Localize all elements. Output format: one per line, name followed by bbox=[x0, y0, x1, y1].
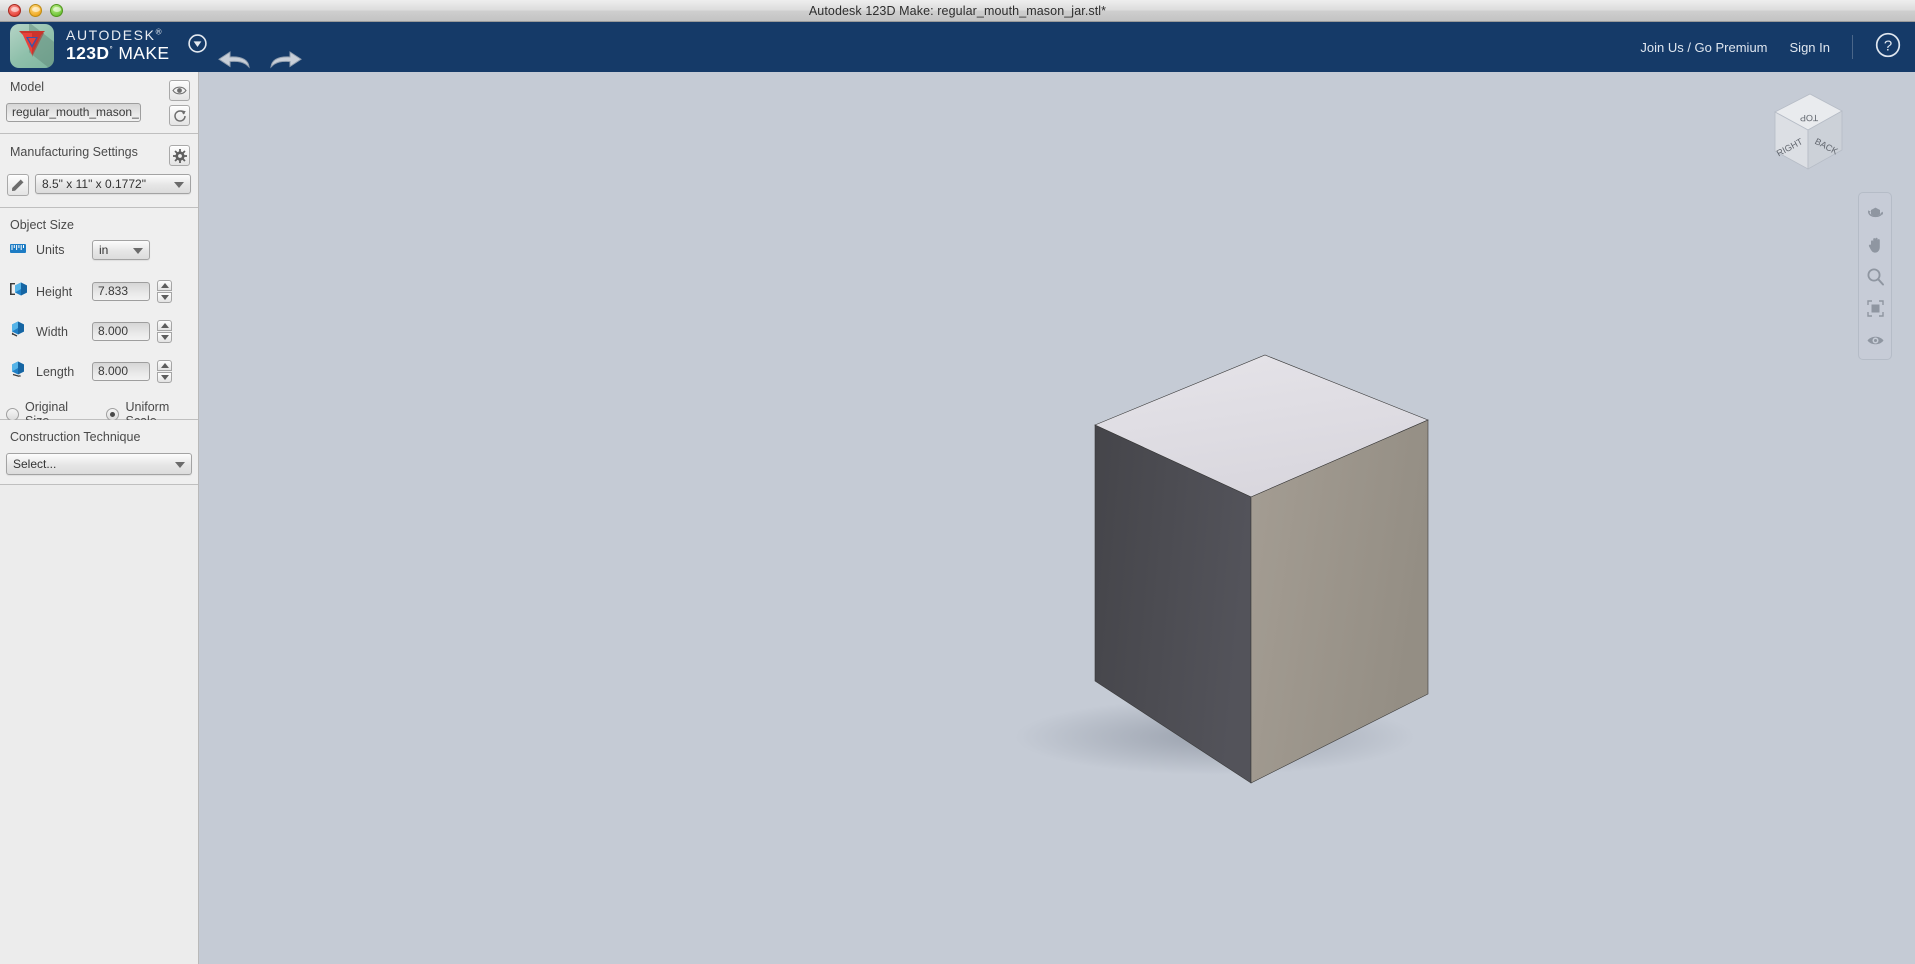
construction-panel-title: Construction Technique bbox=[10, 430, 141, 444]
width-input[interactable]: 8.000 bbox=[92, 322, 150, 341]
chevron-down-icon bbox=[175, 462, 185, 468]
construction-technique-panel: Construction Technique Select... bbox=[0, 420, 198, 485]
object-size-panel-title: Object Size bbox=[10, 218, 74, 232]
window-title-bar: Autodesk 123D Make: regular_mouth_mason_… bbox=[0, 0, 1915, 22]
object-size-panel: Object Size Units in Height 7.833 Width … bbox=[0, 208, 198, 428]
units-label: Units bbox=[36, 243, 65, 257]
material-size-value: 8.5" x 11" x 0.1772" bbox=[42, 177, 146, 191]
length-label: Length bbox=[36, 364, 75, 379]
menu-caret-icon[interactable] bbox=[187, 34, 207, 58]
account-area: Join Us / Go Premium Sign In ? bbox=[1640, 22, 1901, 72]
model-filename-field[interactable]: regular_mouth_mason_ bbox=[6, 103, 141, 122]
construction-technique-select[interactable]: Select... bbox=[6, 453, 192, 475]
app-header-bar: AUTODESK® 123D° MAKE Join Us / Go Premiu… bbox=[0, 22, 1915, 72]
fit-icon[interactable] bbox=[1864, 298, 1886, 318]
model-panel: Model regular_mouth_mason_ bbox=[0, 72, 198, 134]
brand-trademark: ® bbox=[155, 27, 164, 37]
brand-area: AUTODESK® 123D° MAKE bbox=[10, 24, 207, 68]
window-controls[interactable] bbox=[8, 4, 63, 17]
brand-line-2-bold: 123D bbox=[66, 42, 110, 63]
close-button[interactable] bbox=[8, 4, 21, 17]
width-stepper-up[interactable] bbox=[157, 320, 172, 331]
original-size-radio[interactable] bbox=[6, 407, 19, 421]
length-stepper-up[interactable] bbox=[157, 360, 172, 371]
width-label: Width bbox=[36, 324, 68, 339]
manufacturing-edit-button[interactable] bbox=[7, 174, 29, 196]
units-dropdown[interactable]: in bbox=[92, 240, 150, 260]
length-input[interactable]: 8.000 bbox=[92, 362, 150, 381]
length-row: Length 8.000 bbox=[10, 360, 196, 383]
length-cube-icon bbox=[10, 361, 26, 382]
height-stepper-up[interactable] bbox=[157, 280, 172, 291]
width-stepper[interactable] bbox=[157, 320, 172, 343]
sign-in-link[interactable]: Sign In bbox=[1790, 40, 1830, 55]
height-label: Height bbox=[36, 284, 73, 299]
view-cube[interactable]: TOP RIGHT BACK bbox=[1747, 84, 1857, 180]
height-cube-icon bbox=[10, 281, 27, 302]
sidebar-empty-area bbox=[0, 485, 198, 964]
minimize-button[interactable] bbox=[29, 4, 42, 17]
ruler-icon bbox=[10, 241, 26, 259]
length-stepper[interactable] bbox=[157, 360, 172, 383]
brand-line-1: AUTODESK bbox=[66, 26, 156, 43]
model-refresh-button[interactable] bbox=[169, 105, 190, 126]
brand-line-2-thin: MAKE bbox=[118, 42, 170, 63]
material-size-dropdown[interactable]: 8.5" x 11" x 0.1772" bbox=[35, 174, 191, 194]
help-icon[interactable]: ? bbox=[1875, 32, 1901, 63]
chevron-down-icon bbox=[174, 182, 184, 188]
units-row: Units in bbox=[10, 240, 190, 260]
3d-viewport[interactable]: TOP RIGHT BACK bbox=[200, 72, 1915, 964]
join-premium-link[interactable]: Join Us / Go Premium bbox=[1640, 40, 1767, 55]
units-value: in bbox=[99, 243, 109, 257]
look-icon[interactable] bbox=[1864, 330, 1886, 350]
pan-icon[interactable] bbox=[1864, 234, 1886, 254]
navigation-toolbar bbox=[1858, 192, 1892, 360]
zoom-icon[interactable] bbox=[1864, 266, 1886, 286]
height-row: Height 7.833 bbox=[10, 280, 196, 303]
svg-text:?: ? bbox=[1884, 37, 1892, 54]
app-logo-icon bbox=[10, 24, 54, 68]
manufacturing-settings-button[interactable] bbox=[169, 145, 190, 166]
length-stepper-down[interactable] bbox=[157, 372, 172, 383]
zoom-button[interactable] bbox=[50, 4, 63, 17]
left-sidebar: Model regular_mouth_mason_ Manufacturing… bbox=[0, 72, 199, 964]
view-cube-face-top: TOP bbox=[1800, 113, 1819, 123]
brand-wordmark: AUTODESK® 123D° MAKE bbox=[66, 28, 170, 64]
uniform-scale-radio[interactable] bbox=[106, 407, 120, 421]
cube-model[interactable] bbox=[200, 72, 1915, 964]
manufacturing-settings-panel: Manufacturing Settings 8.5" x 11" x 0.17… bbox=[0, 134, 198, 208]
chevron-down-icon bbox=[133, 248, 143, 254]
height-input[interactable]: 7.833 bbox=[92, 282, 150, 301]
brand-degree: ° bbox=[109, 44, 114, 54]
height-stepper-down[interactable] bbox=[157, 292, 172, 303]
width-cube-icon bbox=[10, 321, 26, 342]
construction-technique-value: Select... bbox=[13, 457, 57, 471]
divider bbox=[1852, 35, 1853, 59]
model-visibility-button[interactable] bbox=[169, 80, 190, 101]
orbit-icon[interactable] bbox=[1864, 202, 1886, 222]
window-title: Autodesk 123D Make: regular_mouth_mason_… bbox=[808, 3, 1107, 18]
width-stepper-down[interactable] bbox=[157, 332, 172, 343]
height-stepper[interactable] bbox=[157, 280, 172, 303]
width-row: Width 8.000 bbox=[10, 320, 196, 343]
